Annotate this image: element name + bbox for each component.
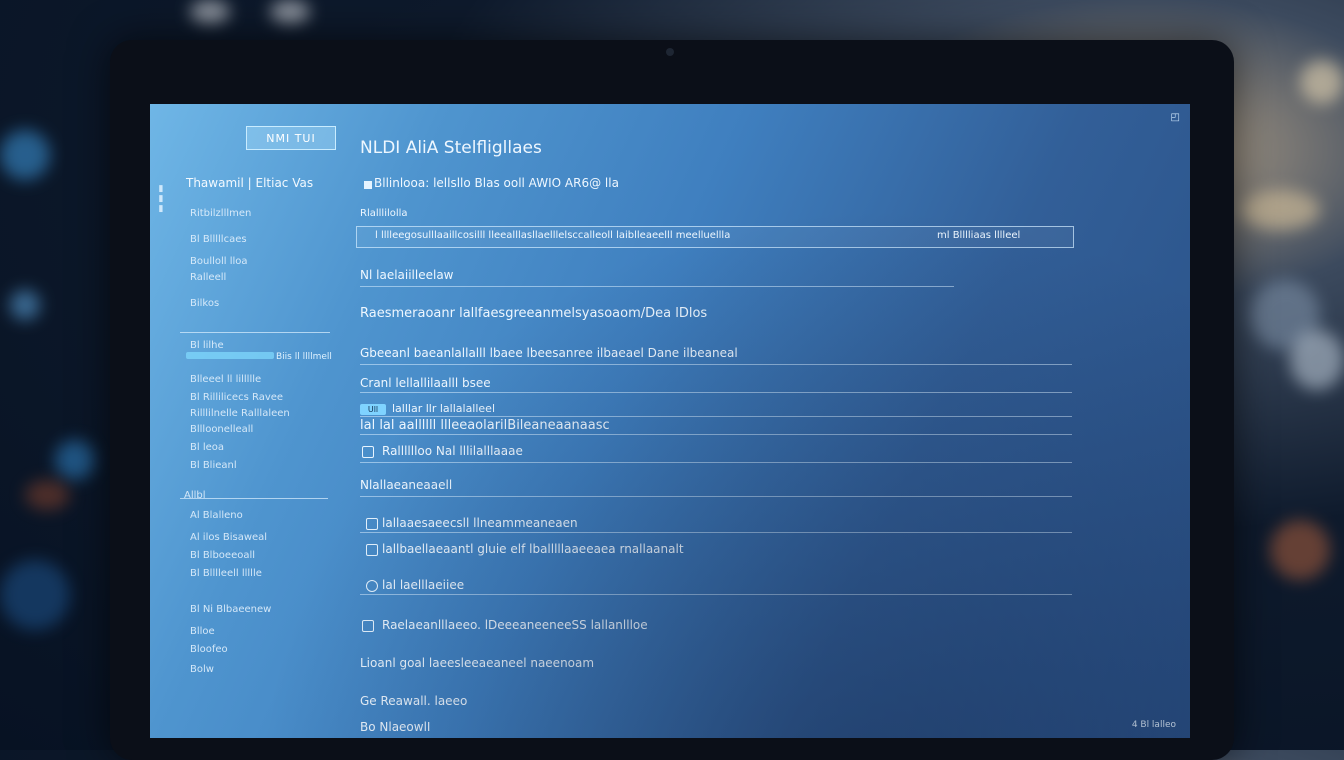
divider [360,416,1072,417]
checkbox-label: Raelaeanlllaeeo. lDeeeaneeneeSS lallanll… [382,618,648,632]
sidebar-item[interactable]: Boulloll lloa [190,256,248,267]
divider [360,434,1072,435]
sidebar-active-highlight [186,352,274,359]
square-icon [364,181,372,189]
bokeh-light [0,560,70,630]
text-field[interactable]: l lllleegosulllaaillcosilll lleealllasll… [356,226,1074,248]
sidebar-item[interactable]: Al ilos Bisaweal [190,532,267,543]
divider [360,532,1072,533]
sidebar-item[interactable]: Blloe [190,626,215,637]
description-line: Raesmeraoanr lallfaesgreeanmelsyasoaom/D… [360,306,708,321]
field-label: Rlalllilolla [360,208,408,219]
divider [360,594,1072,595]
page-title: NLDI AliA Stelfligllaes [360,138,542,158]
sidebar-item[interactable]: Al Blalleno [190,510,243,521]
divider [360,496,1072,497]
text-field-value: l lllleegosulllaaillcosilll lleealllasll… [375,230,731,241]
bokeh-light [10,290,40,320]
sidebar-item[interactable]: Bl Blboeeoall [190,550,255,561]
text-field-tail: ml Blllliaas lllleel [937,230,1021,241]
sidebar-item[interactable]: Bl Blieanl [190,460,237,471]
section-label: Nlallaeaneaaell [360,478,453,492]
sidebar-item-tail: Biis ll llllmell [276,352,332,362]
sidebar: ▮▮▮ NMI TUI Thawamil | Eltiac Vas Ritbil… [150,104,340,738]
sidebar-item[interactable]: Bl Blllllcaes [190,234,247,245]
sidebar-item[interactable]: Bloofeo [190,644,228,655]
sidebar-item[interactable]: Rilllilnelle Ralllaleen [190,408,290,419]
description-line: Bo NlaeowlI [360,720,431,734]
sidebar-divider [180,498,328,499]
bokeh-light [1240,190,1320,230]
footer-status: 4 Bl lalleo [1131,720,1176,730]
checkbox[interactable] [362,620,374,632]
divider [360,392,1072,393]
sidebar-item[interactable]: Bl Rillilicecs Ravee [190,392,283,403]
status-badge: Ull [360,404,386,415]
field-underline [360,286,954,287]
bokeh-light [55,440,95,480]
sidebar-section-label: Allbl [184,490,206,501]
bokeh-light [25,480,70,510]
bokeh-light [190,0,230,24]
description-line: Ge Reawall. laeeo [360,694,468,708]
field-label: Cranl lellallilaalll bsee [360,376,491,390]
sidebar-title: Thawamil | Eltiac Vas [186,176,314,190]
checkbox[interactable] [362,446,374,458]
main-panel: NLDI AliA Stelfligllaes Bllinlooa: lells… [356,104,1180,738]
sidebar-item[interactable]: Bl Blllleell llllle [190,568,262,579]
description-line: lal lal aallllll llleeaolarilBileaneaana… [360,418,610,433]
sidebar-item[interactable]: Bl Ni Blbaeenew [190,604,271,615]
sidebar-item-active[interactable]: Bl lilhe [190,340,224,351]
sidebar-edge-marks: ▮▮▮ [156,184,166,214]
bokeh-light [1290,330,1344,390]
bokeh-light [1300,60,1344,104]
sidebar-item[interactable]: Ralleell [190,272,226,283]
sidebar-divider [180,332,330,333]
field-label: Nl laelaiilleelaw [360,268,454,282]
description-line: Lioanl goal laeesleeaeaneel naeenoam [360,656,595,670]
monitor-screen: ▮▮▮ NMI TUI Thawamil | Eltiac Vas Ritbil… [150,104,1190,738]
description-line: Gbeeanl baeanlallalll lbaee lbeesanree i… [360,346,738,360]
checkbox-label: Ralllllloo Nal lllilalllaaae [382,444,523,458]
brand-logo[interactable]: NMI TUI [246,126,336,150]
radio-button[interactable] [366,580,378,592]
window-corner-icon[interactable]: ◰ [1171,112,1180,123]
checkbox-label: lallbaellaeaantl gluie elf lballlllaaeea… [382,542,684,556]
sidebar-item[interactable]: Bilkos [190,298,219,309]
bokeh-light [1270,520,1330,580]
radio-label: lal laelllaeiiee [382,578,465,592]
checkbox-label: lallaaesaeecsll llneammeaneaen [382,516,578,530]
sidebar-item[interactable]: Bl leoa [190,442,224,453]
sidebar-item[interactable]: Bolw [190,664,214,675]
divider [360,364,1072,365]
bokeh-light [0,130,50,180]
checkbox[interactable] [366,544,378,556]
checkbox[interactable] [366,518,378,530]
page-subtitle: Bllinlooa: lellsllo Blas ooll AWIO AR6@ … [374,176,619,190]
webcam [666,48,674,56]
sidebar-item[interactable]: Bllloonelleall [190,424,253,435]
sidebar-item[interactable]: Blleeel ll lillllle [190,374,261,385]
divider [360,462,1072,463]
field-label: lalllar llr lallalalleel [392,402,496,415]
sidebar-item[interactable]: Ritbilzlllmen [190,208,251,219]
bokeh-light [270,0,310,24]
